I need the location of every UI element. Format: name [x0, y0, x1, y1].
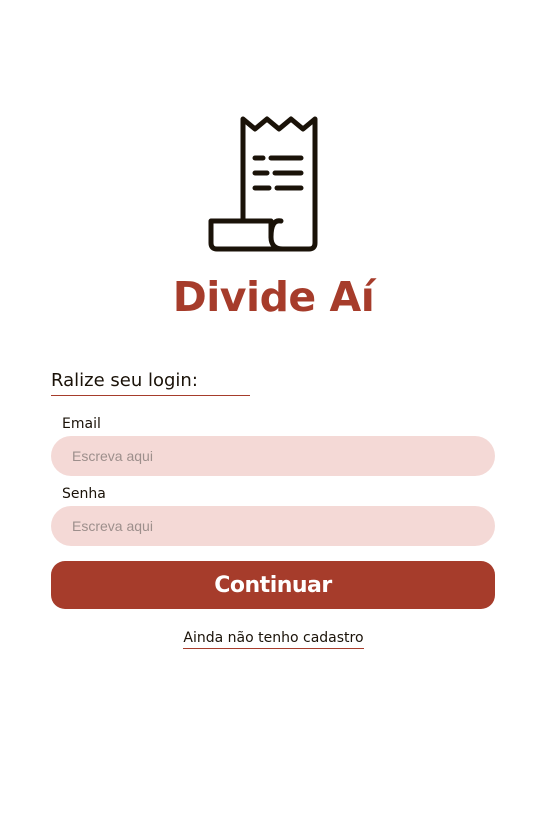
receipt-icon [207, 115, 319, 255]
login-form: Ralize seu login: Email Senha Continuar [51, 368, 495, 609]
register-link[interactable]: Ainda não tenho cadastro [183, 630, 364, 649]
email-field[interactable] [51, 436, 495, 476]
login-heading: Ralize seu login: [51, 368, 250, 396]
register-link-container: Ainda não tenho cadastro [0, 627, 547, 649]
password-field[interactable] [51, 506, 495, 546]
password-label: Senha [62, 486, 106, 502]
email-label: Email [62, 416, 101, 432]
app-title: Divide Aí [172, 273, 375, 321]
continue-button[interactable]: Continuar [51, 561, 495, 609]
